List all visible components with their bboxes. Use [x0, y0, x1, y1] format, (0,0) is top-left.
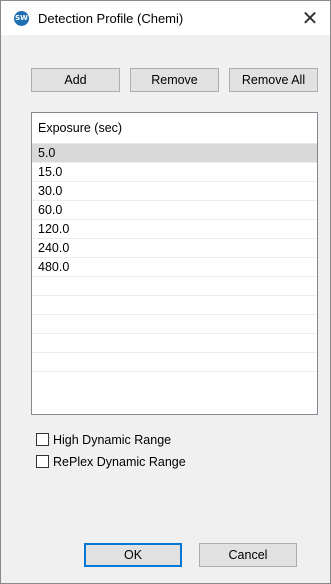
- detection-profile-dialog: SW Detection Profile (Chemi) ✕ Add Remov…: [0, 0, 331, 584]
- list-item[interactable]: 30.0: [32, 182, 317, 201]
- replex-dynamic-range-checkbox[interactable]: RePlex Dynamic Range: [36, 455, 206, 469]
- list-item[interactable]: 15.0: [32, 163, 317, 182]
- exposure-list[interactable]: Exposure (sec) 5.0 15.0 30.0 60.0 120.0 …: [31, 112, 318, 415]
- app-logo-icon: SW: [14, 11, 29, 26]
- window-title: Detection Profile (Chemi): [38, 11, 184, 26]
- empty-list-row: [32, 296, 317, 315]
- title-bar: SW Detection Profile (Chemi) ✕: [1, 1, 330, 35]
- add-button[interactable]: Add: [31, 68, 120, 92]
- list-item[interactable]: 60.0: [32, 201, 317, 220]
- list-item[interactable]: 5.0: [32, 144, 317, 163]
- cancel-button[interactable]: Cancel: [199, 543, 297, 567]
- high-dynamic-range-label: High Dynamic Range: [53, 433, 172, 447]
- replex-dynamic-range-label: RePlex Dynamic Range: [53, 455, 186, 469]
- ok-button[interactable]: OK: [84, 543, 182, 567]
- remove-button[interactable]: Remove: [130, 68, 219, 92]
- empty-list-row: [32, 334, 317, 353]
- remove-all-button[interactable]: Remove All: [229, 68, 318, 92]
- checkbox-box[interactable]: [36, 455, 49, 468]
- list-item[interactable]: 240.0: [32, 239, 317, 258]
- checkbox-box[interactable]: [36, 433, 49, 446]
- high-dynamic-range-checkbox[interactable]: High Dynamic Range: [36, 433, 206, 447]
- close-icon[interactable]: ✕: [296, 5, 324, 31]
- list-item[interactable]: 120.0: [32, 220, 317, 239]
- empty-list-row: [32, 315, 317, 334]
- list-item[interactable]: 480.0: [32, 258, 317, 277]
- empty-list-row: [32, 353, 317, 372]
- empty-list-row: [32, 277, 317, 296]
- exposure-column-header[interactable]: Exposure (sec): [32, 113, 317, 144]
